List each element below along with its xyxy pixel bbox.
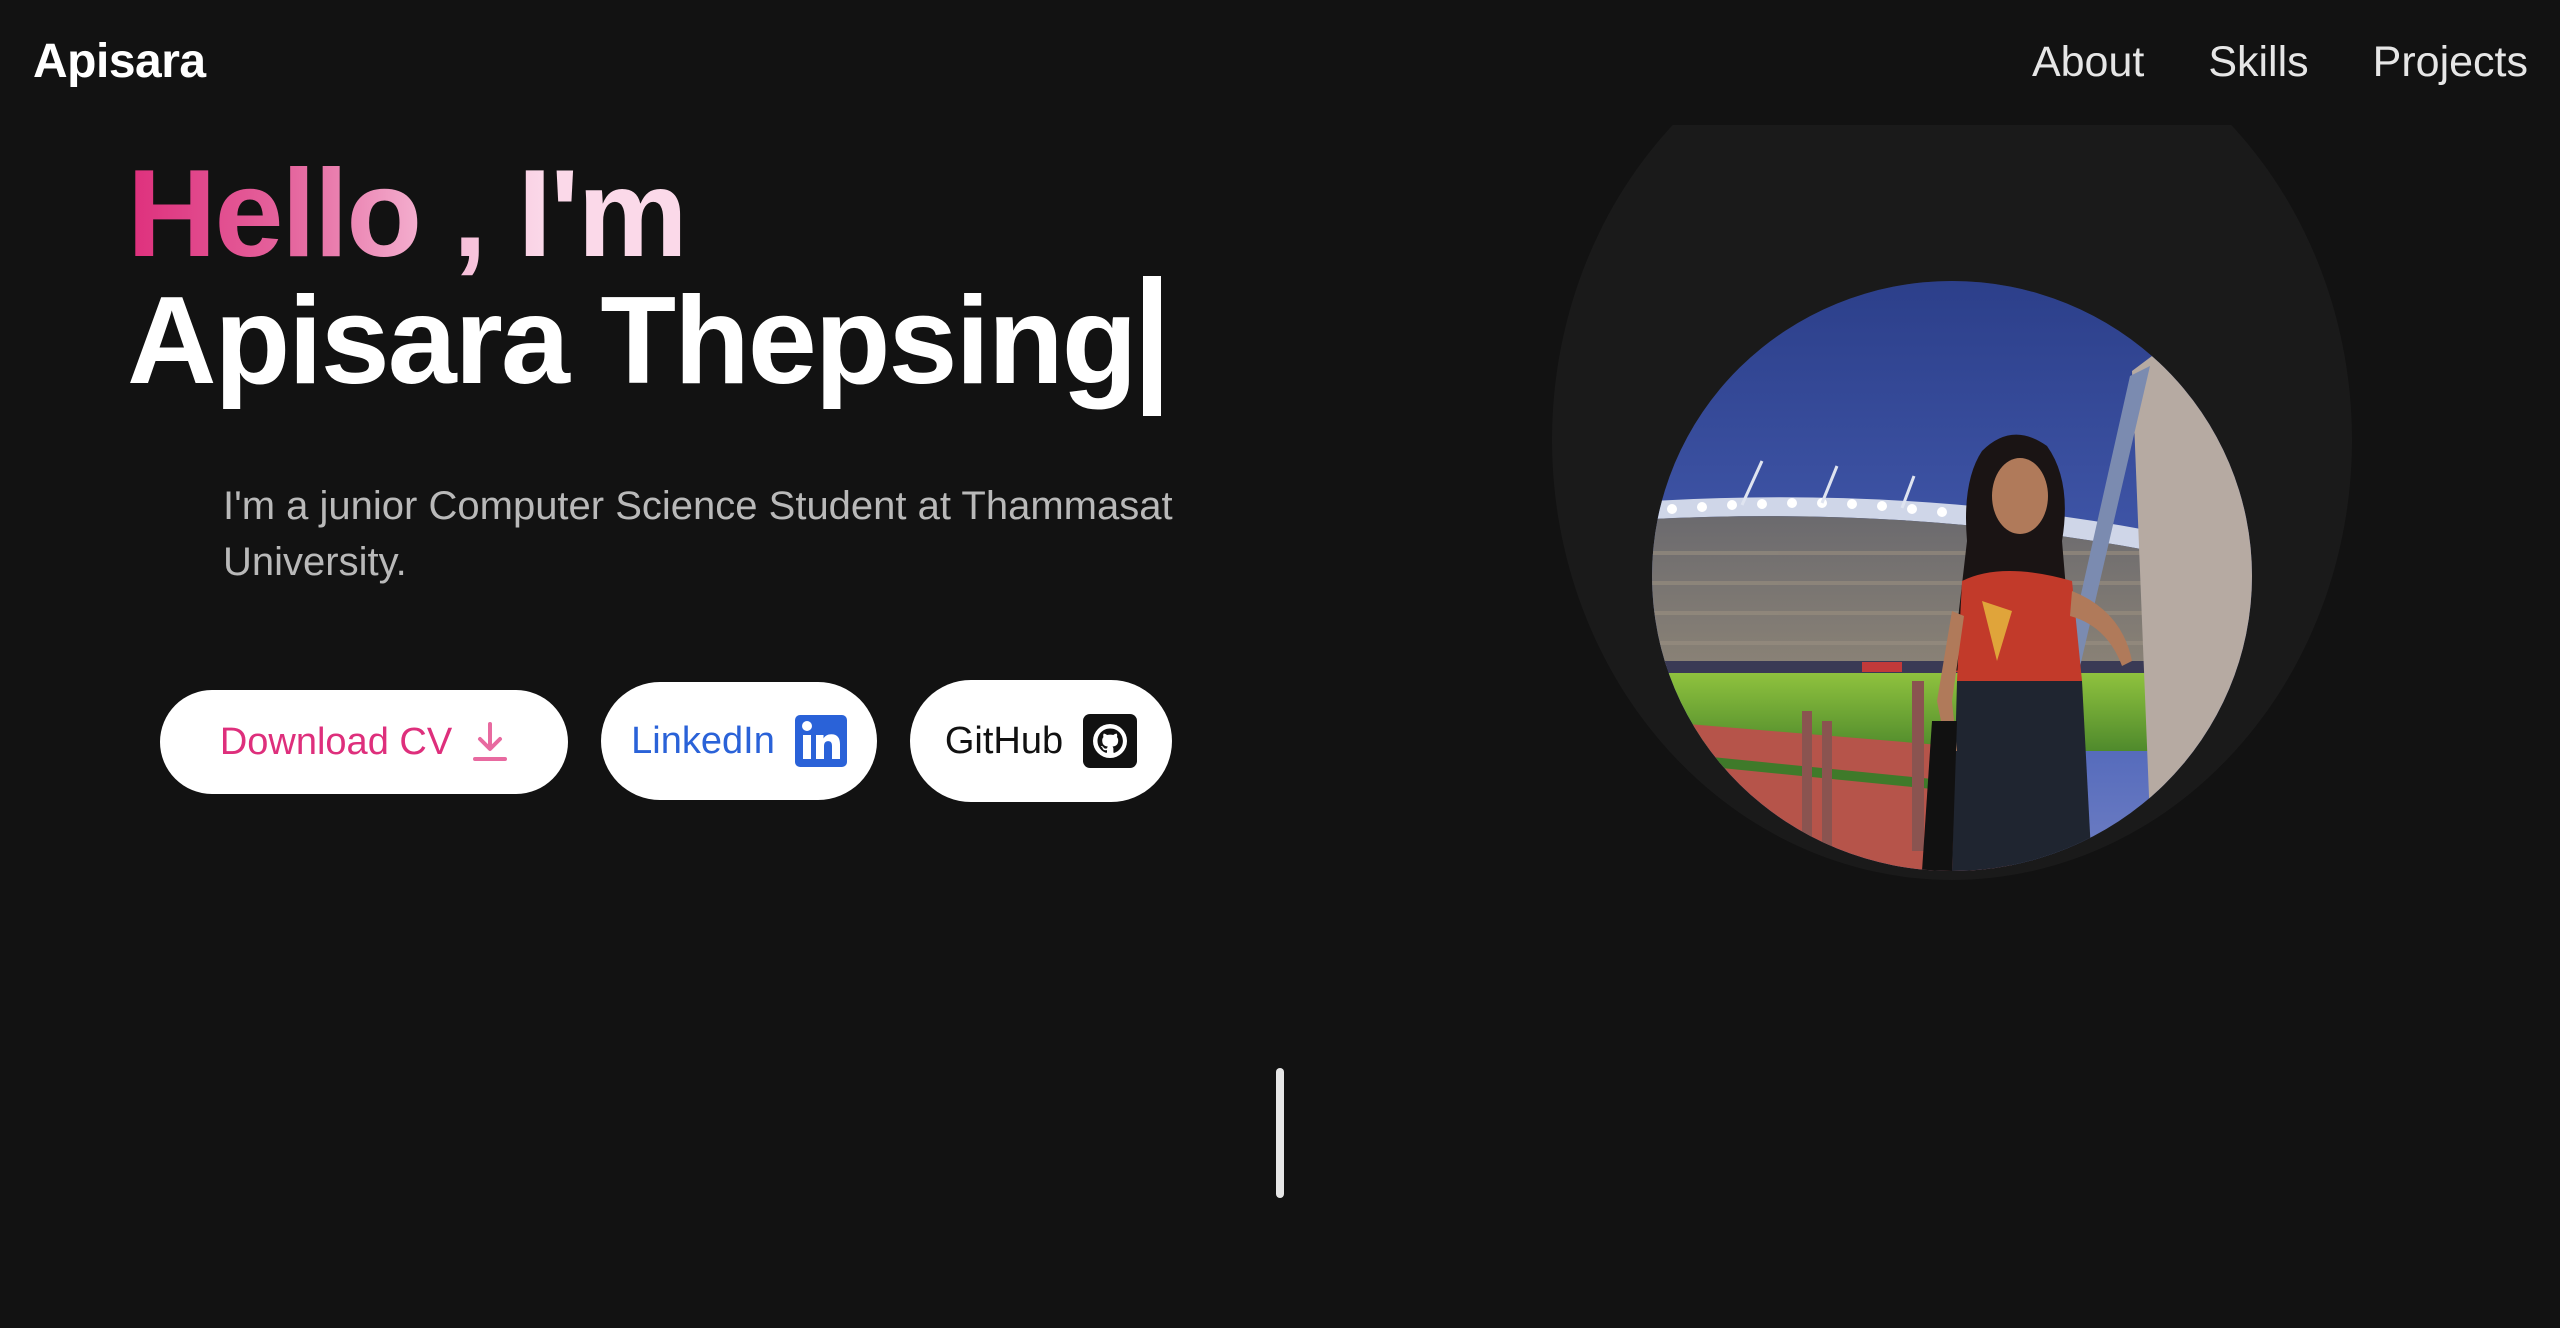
download-icon (472, 722, 508, 762)
typing-caret (1143, 276, 1162, 416)
download-cv-button[interactable]: Download CV (160, 690, 568, 794)
github-label: GitHub (944, 719, 1064, 762)
brand-logo[interactable]: Apisara (33, 30, 206, 94)
linkedin-label: LinkedIn (631, 719, 775, 762)
linkedin-icon (794, 715, 847, 767)
github-button[interactable]: GitHub (910, 680, 1172, 802)
main-nav: About Skills Projects (2032, 30, 2528, 94)
scroll-indicator[interactable] (1276, 1068, 1284, 1198)
hero-name-line: Apisara Thepsing (127, 266, 1162, 416)
github-icon (1083, 714, 1138, 768)
hero-greeting: Hello , I'm (127, 145, 688, 283)
nav-about[interactable]: About (2032, 30, 2144, 94)
portfolio-page: Apisara About Skills Projects Hello , I'… (0, 0, 2560, 1328)
hero-name: Apisara Thepsing (127, 272, 1137, 410)
profile-photo (1652, 281, 2252, 871)
hero-intro: I'm a junior Computer Science Student at… (223, 484, 1173, 584)
nav-skills[interactable]: Skills (2208, 30, 2308, 94)
linkedin-button[interactable]: LinkedIn (601, 682, 877, 800)
download-cv-label: Download CV (219, 720, 453, 763)
nav-projects[interactable]: Projects (2373, 30, 2528, 94)
